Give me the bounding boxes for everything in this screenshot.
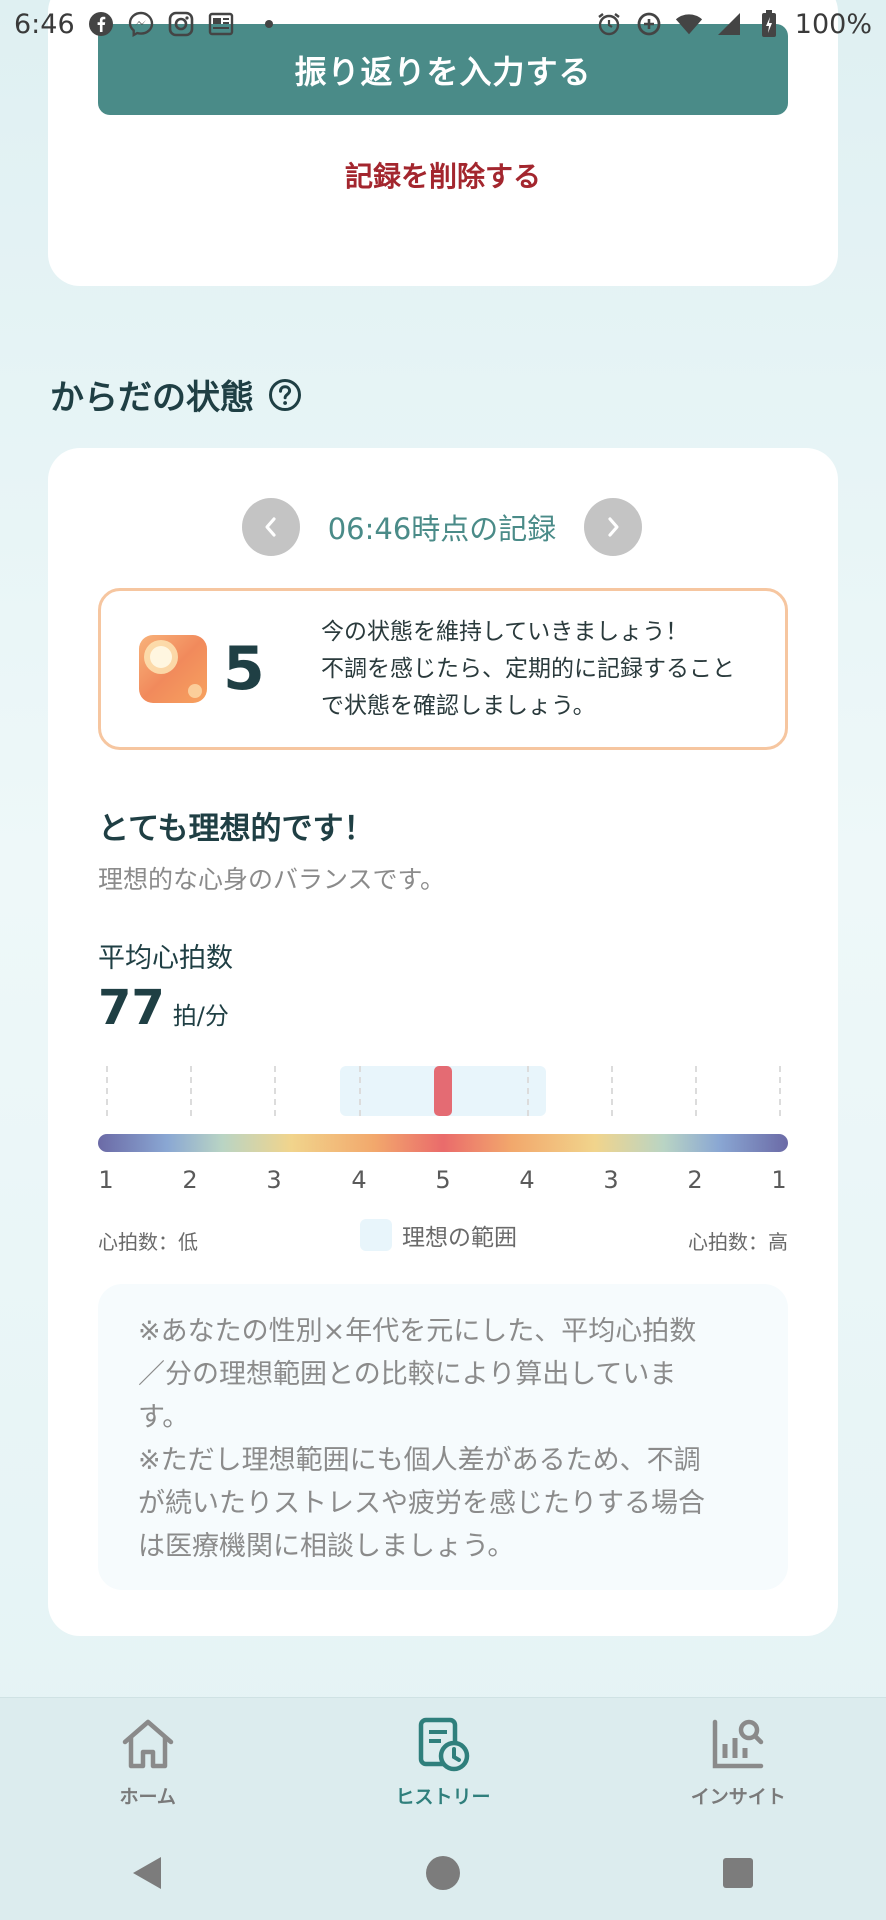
gauge-label: 1 bbox=[98, 1166, 114, 1194]
gauge-label: 5 bbox=[435, 1166, 451, 1194]
history-icon bbox=[412, 1714, 474, 1776]
gauge-tick bbox=[527, 1066, 529, 1116]
gauge-tick bbox=[695, 1066, 697, 1116]
legend-ideal: 理想の範囲 bbox=[360, 1218, 517, 1252]
home-icon bbox=[117, 1714, 179, 1776]
section-title: からだの状態 bbox=[50, 378, 254, 418]
notification-dot bbox=[264, 20, 273, 28]
back-button[interactable] bbox=[128, 1853, 168, 1893]
ideal-swatch bbox=[360, 1219, 392, 1251]
score-message-line: 今の状態を維持していきましょう！ bbox=[321, 618, 689, 645]
record-time-label: 06:46時点の記録 bbox=[327, 512, 557, 546]
gauge-label: 4 bbox=[351, 1166, 367, 1194]
score-value: 5 bbox=[223, 634, 265, 704]
legend-ideal-label: 理想の範囲 bbox=[402, 1225, 517, 1251]
nav-insight[interactable]: インサイト bbox=[638, 1714, 838, 1809]
record-navigator: 06:46時点の記録 bbox=[242, 498, 642, 556]
news-icon bbox=[207, 10, 235, 38]
chevron-left-icon bbox=[265, 517, 276, 537]
gauge-tick bbox=[106, 1066, 108, 1116]
note-line: が続いたりストレスや疲労を感じたりする場合 bbox=[138, 1488, 705, 1519]
bottom-navigation: ホーム ヒストリー インサイト bbox=[0, 1697, 886, 1825]
heart-rate-value: 77 拍/分 bbox=[98, 980, 229, 1036]
nav-insight-label: インサイト bbox=[690, 1786, 786, 1808]
gauge-color-bar bbox=[98, 1134, 788, 1152]
section-header: からだの状態 bbox=[50, 370, 302, 419]
gauge-labels: 1 2 3 4 5 4 3 2 1 bbox=[98, 1166, 788, 1206]
data-saver-icon bbox=[635, 10, 663, 38]
back-triangle-icon bbox=[132, 1856, 161, 1889]
heart-rate-marker bbox=[434, 1066, 452, 1116]
battery-icon bbox=[755, 10, 783, 38]
insight-icon bbox=[707, 1714, 769, 1776]
disclaimer-note: ※あなたの性別×年代を元にした、平均心拍数 ／分の理想範囲との比較により算出して… bbox=[98, 1284, 788, 1590]
gauge-label: 3 bbox=[266, 1166, 282, 1194]
gauge-label: 1 bbox=[771, 1166, 787, 1194]
status-bar: 6:46 100% bbox=[0, 0, 886, 48]
note-line: ／分の理想範囲との比較により算出していま bbox=[138, 1359, 677, 1390]
gauge-tick bbox=[359, 1066, 361, 1116]
recents-button[interactable] bbox=[718, 1853, 758, 1893]
heart-rate-label: 平均心拍数 bbox=[98, 943, 233, 974]
nav-history-label: ヒストリー bbox=[395, 1786, 491, 1808]
alarm-icon bbox=[595, 10, 623, 38]
legend-high: 心拍数：高 bbox=[688, 1230, 788, 1254]
recents-square-icon bbox=[723, 1857, 754, 1888]
delete-record-button[interactable]: 記録を削除する bbox=[48, 135, 838, 215]
signal-icon bbox=[715, 10, 743, 38]
gauge-tick bbox=[611, 1066, 613, 1116]
body-condition-card: 06:46時点の記録 5 今の状態を維持していきましょう！ 不調を感じたら、定期… bbox=[48, 448, 838, 1636]
sun-score-icon bbox=[137, 633, 209, 705]
nav-history[interactable]: ヒストリー bbox=[343, 1714, 543, 1809]
status-time: 6:46 bbox=[14, 8, 75, 40]
nav-home[interactable]: ホーム bbox=[48, 1714, 248, 1809]
facebook-icon bbox=[87, 10, 115, 38]
note-line: ※あなたの性別×年代を元にした、平均心拍数 bbox=[138, 1316, 697, 1347]
evaluation-title: とても理想的です！ bbox=[98, 811, 375, 847]
home-system-button[interactable] bbox=[423, 1853, 463, 1893]
system-navigation bbox=[0, 1825, 886, 1920]
gauge-legend: 心拍数：低 理想の範囲 心拍数：高 bbox=[98, 1218, 788, 1258]
chevron-right-icon bbox=[608, 517, 619, 537]
legend-low: 心拍数：低 bbox=[98, 1230, 198, 1254]
note-line: は医療機関に相談しましょう。 bbox=[138, 1531, 515, 1562]
help-icon[interactable] bbox=[268, 378, 302, 412]
wifi-icon bbox=[675, 10, 703, 38]
messenger-icon bbox=[127, 10, 155, 38]
prev-record-button[interactable] bbox=[242, 498, 300, 556]
heart-rate-number: 77 bbox=[98, 980, 165, 1036]
next-record-button[interactable] bbox=[583, 498, 642, 556]
score-message-line: 不調を感じたら、定期的に記録すること bbox=[321, 655, 735, 682]
gauge-label: 2 bbox=[687, 1166, 703, 1194]
heart-rate-unit: 拍/分 bbox=[172, 1002, 229, 1030]
gauge-label: 4 bbox=[519, 1166, 535, 1194]
instagram-icon bbox=[167, 10, 195, 38]
gauge-label: 2 bbox=[182, 1166, 198, 1194]
battery-percent: 100% bbox=[794, 8, 872, 40]
gauge-tick bbox=[274, 1066, 276, 1116]
note-line: ※ただし理想範囲にも個人差があるため、不調 bbox=[138, 1445, 701, 1476]
score-box: 5 今の状態を維持していきましょう！ 不調を感じたら、定期的に記録すること で状… bbox=[98, 588, 788, 750]
evaluation-subtitle: 理想的な心身のバランスです。 bbox=[98, 865, 446, 894]
nav-home-label: ホーム bbox=[119, 1786, 176, 1808]
note-line: す。 bbox=[138, 1402, 190, 1433]
gauge-tick bbox=[779, 1066, 781, 1116]
score-message-line: で状態を確認しましょう。 bbox=[321, 692, 596, 719]
score-message: 今の状態を維持していきましょう！ 不調を感じたら、定期的に記録すること で状態を… bbox=[321, 614, 781, 725]
gauge-label: 3 bbox=[603, 1166, 619, 1194]
home-circle-icon bbox=[425, 1855, 460, 1890]
gauge-tick bbox=[190, 1066, 192, 1116]
